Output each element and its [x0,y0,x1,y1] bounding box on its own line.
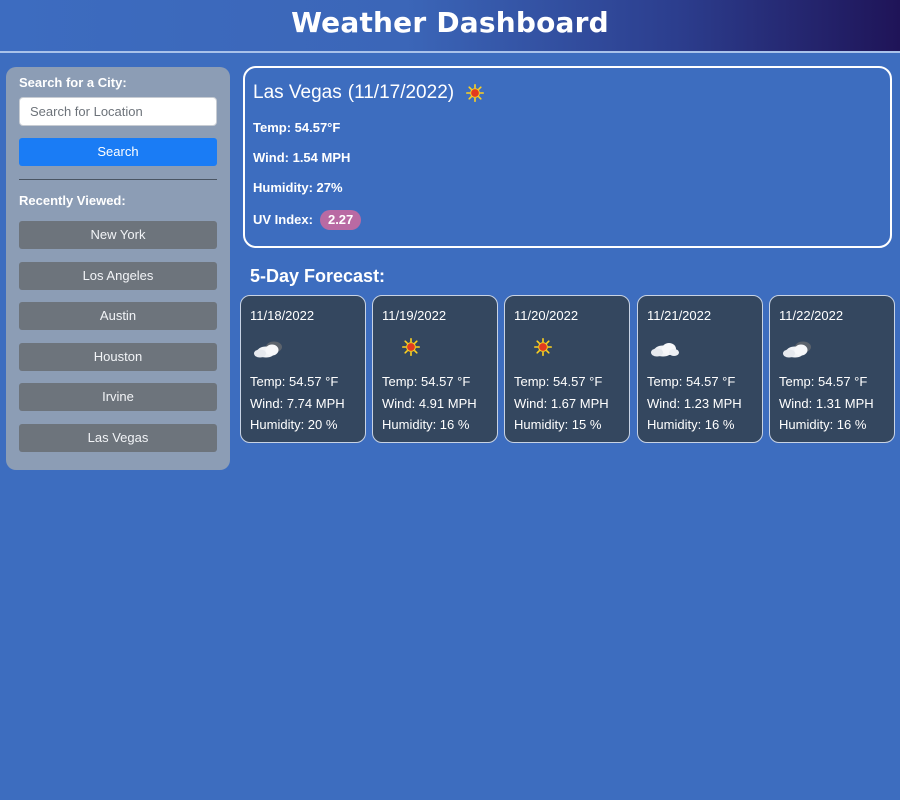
sun-icon [402,338,420,356]
forecast-date: 11/20/2022 [514,308,579,323]
city-button-irvine[interactable]: Irvine [19,383,217,411]
app-header: Weather Dashboard [0,0,900,53]
forecast-card: 11/18/2022 Temp: 54.57 °F Wind: 7.74 MPH… [240,295,366,443]
forecast-card: 11/19/2022 Temp: 54.57 °F Wind: 4.91 MPH… [372,295,498,443]
search-label: Search for a City: [19,75,127,90]
current-uv-row: UV Index: 2.27 [253,210,882,230]
forecast-card: 11/21/2022 Temp: 54.57 °F Wind: 1.23 MPH… [637,295,763,443]
forecast-temp: Temp: 54.57 °F [382,374,471,389]
search-input[interactable] [19,97,217,126]
forecast-wind: Wind: 1.67 MPH [514,395,609,411]
cloud-icon [783,341,811,358]
forecast-card: 11/20/2022 Temp: 54.57 °F Wind: 1.67 MPH… [504,295,630,443]
current-weather-card: Las Vegas (11/17/2022) Temp: 54.57°F Win… [243,66,892,248]
forecast-humidity: Humidity: 20 % [250,417,338,432]
city-button-los-angeles[interactable]: Los Angeles [19,261,217,290]
forecast-date: 11/18/2022 [250,308,315,323]
uv-index-badge: 2.27 [319,210,362,230]
uv-label: UV Index: [253,212,313,227]
forecast-humidity: Humidity: 16 % [382,417,470,432]
sun-icon [466,84,485,102]
app-title: Weather Dashboard [291,6,609,39]
forecast-humidity: Humidity: 16 % [779,417,867,432]
forecast-temp: Temp: 54.57 °F [514,374,603,389]
forecast-date: 11/22/2022 [779,308,844,323]
forecast-list: 11/18/2022 Temp: 54.57 °F Wind: 7.74 MPH… [240,295,900,443]
sidebar-divider [19,179,217,180]
forecast-title: 5-Day Forecast: [250,266,386,286]
search-button[interactable]: Search [19,138,217,166]
current-temp: Temp: 54.57°F [253,120,341,135]
recent-label: Recently Viewed: [19,193,126,208]
recent-city-list: New York Los Angeles Austin Houston Irvi… [19,221,217,452]
forecast-temp: Temp: 54.57 °F [250,374,339,389]
current-wind: Wind: 1.54 MPH [253,150,351,165]
current-humidity: Humidity: 27% [253,180,343,195]
forecast-wind: Wind: 1.31 MPH [779,395,874,411]
forecast-wind: Wind: 7.74 MPH [250,395,345,411]
forecast-wind: Wind: 4.91 MPH [382,395,477,411]
current-city-name: Las Vegas [253,82,342,103]
city-button-houston[interactable]: Houston [19,342,217,371]
forecast-humidity: Humidity: 16 % [647,417,735,432]
sidebar: Search for a City: Search Recently Viewe… [6,67,230,470]
forecast-humidity: Humidity: 15 % [514,417,602,432]
city-button-las-vegas[interactable]: Las Vegas [19,423,217,452]
cloud-icon [254,341,282,358]
cloud-icon [651,343,679,357]
forecast-wind: Wind: 1.23 MPH [647,395,742,411]
forecast-temp: Temp: 54.57 °F [779,374,868,389]
current-heading: Las Vegas (11/17/2022) [253,80,882,106]
forecast-date: 11/21/2022 [647,308,712,323]
forecast-card: 11/22/2022 Temp: 54.57 °F Wind: 1.31 MPH… [769,295,895,443]
city-button-austin[interactable]: Austin [19,302,217,330]
forecast-temp: Temp: 54.57 °F [647,374,736,389]
sun-icon [534,338,552,356]
city-button-new-york[interactable]: New York [19,221,217,249]
current-date: (11/17/2022) [347,82,455,103]
forecast-date: 11/19/2022 [382,308,447,323]
